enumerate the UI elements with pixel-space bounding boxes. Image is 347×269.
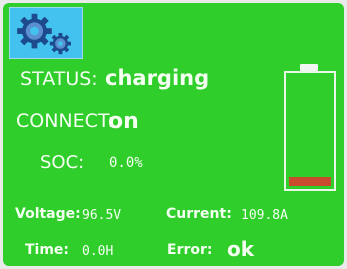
connect-value: on <box>108 109 139 134</box>
battery-level-fill <box>289 177 331 186</box>
battery-terminal <box>300 64 318 71</box>
gears-icon[interactable] <box>9 7 83 59</box>
voltage-label: Voltage: <box>15 206 81 222</box>
time-value: 0.0H <box>82 244 114 259</box>
soc-value: 0.0% <box>109 155 143 171</box>
charger-display: STATUS: charging CONNECT: on SOC: 0.0% V… <box>3 3 344 266</box>
connect-label: CONNECT: <box>16 110 114 132</box>
status-label: STATUS: <box>20 68 98 90</box>
time-label: Time: <box>25 242 70 258</box>
current-label: Current: <box>166 206 232 222</box>
gears-icon-graphic <box>17 13 71 55</box>
current-value: 109.8A <box>241 208 288 223</box>
soc-label: SOC: <box>40 152 85 173</box>
error-label: Error: <box>167 242 213 258</box>
status-value: charging <box>105 66 210 90</box>
voltage-value: 96.5V <box>82 208 122 223</box>
battery-icon <box>284 71 336 191</box>
error-value: ok <box>227 237 255 261</box>
